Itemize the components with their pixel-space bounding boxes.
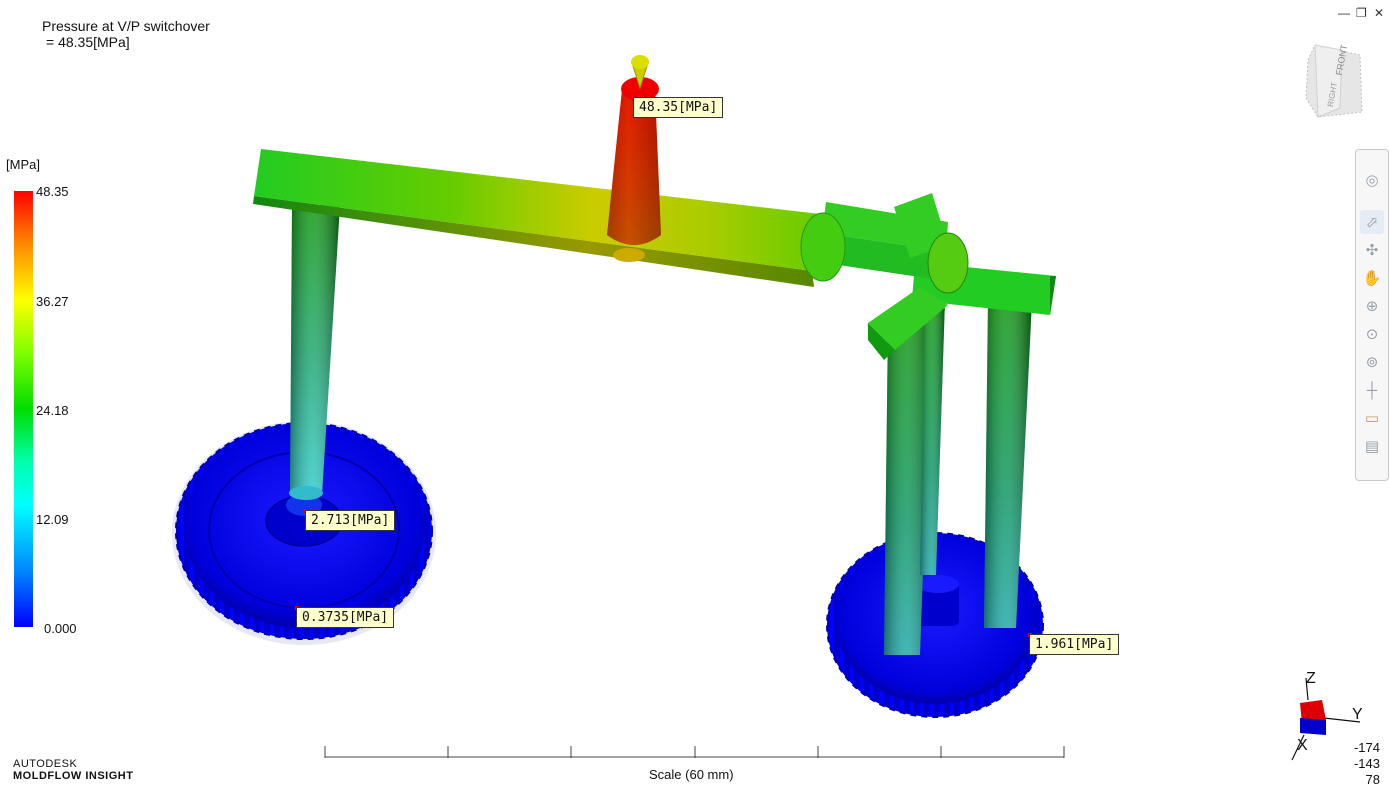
axis-x-label: X bbox=[1297, 737, 1308, 754]
model-viewport[interactable] bbox=[0, 0, 1390, 794]
zoom-icon[interactable]: ⊙ bbox=[1360, 322, 1384, 346]
steering-wheel-icon[interactable]: ◎ bbox=[1360, 168, 1384, 192]
pan-icon[interactable]: ✋ bbox=[1360, 266, 1384, 290]
coord-x: -174 bbox=[1353, 740, 1380, 755]
orbit-icon[interactable]: ✣ bbox=[1360, 238, 1384, 262]
measure-icon[interactable]: ▭ bbox=[1360, 406, 1384, 430]
runner-junction bbox=[927, 232, 969, 294]
axis-z-label: Z bbox=[1306, 670, 1316, 687]
snapshot-icon[interactable]: ▤ bbox=[1360, 434, 1384, 458]
zoom-extents-icon[interactable]: ⊚ bbox=[1360, 350, 1384, 374]
probe-label-gear-right: 1.961[MPa] bbox=[1029, 634, 1120, 655]
probe-label-sprue: 48.35[MPa] bbox=[633, 97, 724, 118]
navigation-bar: ◎ ⬀ ✣ ✋ ⊕ ⊙ ⊚ ┼ ▭ ▤ bbox=[1355, 149, 1389, 481]
brand-product: MOLDFLOW INSIGHT bbox=[13, 770, 134, 782]
gear-right-hub-top bbox=[917, 575, 959, 593]
probe-label-gate: 2.713[MPa] bbox=[305, 510, 396, 531]
scale-label: Scale (60 mm) bbox=[649, 767, 734, 782]
axis-y-label: Y bbox=[1352, 706, 1363, 723]
zoom-region-icon[interactable]: ⊕ bbox=[1360, 294, 1384, 318]
probe-label-gear-left: 0.3735[MPa] bbox=[296, 607, 395, 628]
coord-z: 78 bbox=[1365, 772, 1380, 787]
select-icon[interactable]: ⬀ bbox=[1360, 210, 1384, 234]
coord-y: -143 bbox=[1353, 756, 1380, 771]
brand-company: AUTODESK bbox=[13, 758, 78, 770]
center-icon[interactable]: ┼ bbox=[1360, 378, 1384, 402]
